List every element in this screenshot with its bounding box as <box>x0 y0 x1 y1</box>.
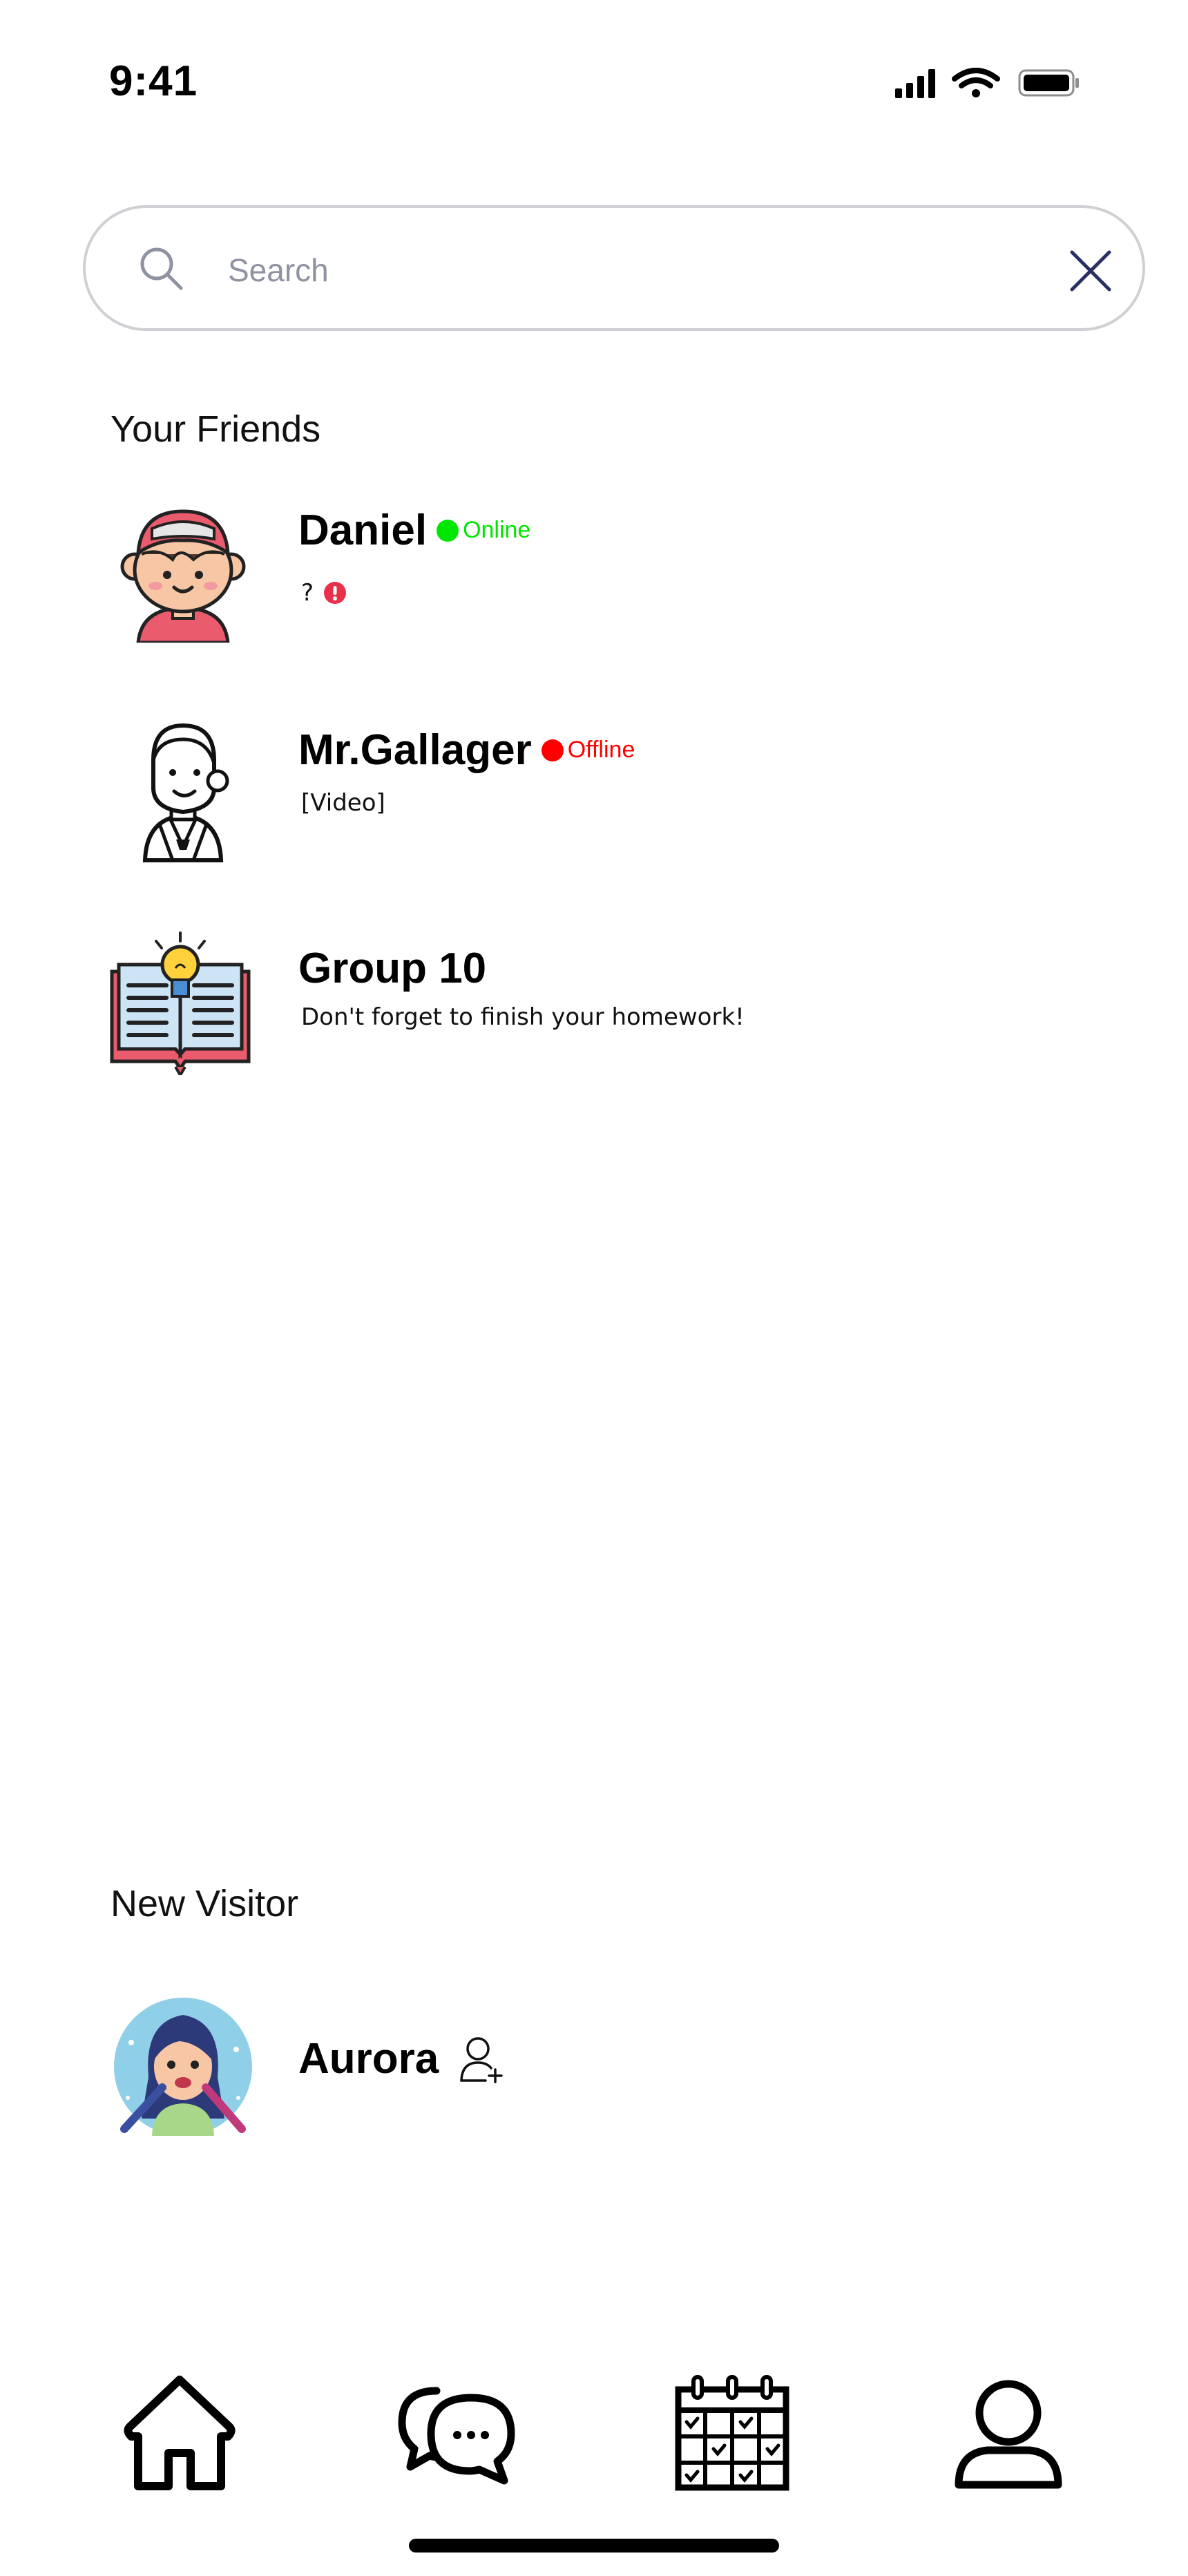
error-alert-icon <box>324 582 347 604</box>
girl-avatar-icon <box>114 1998 252 2136</box>
status-icons <box>895 68 1079 98</box>
your-friends-heading: Your Friends <box>111 408 321 450</box>
friend-name: Daniel <box>298 506 428 554</box>
signal-icon <box>895 69 935 98</box>
battery-icon <box>1018 69 1079 97</box>
man-suit-avatar-icon <box>142 723 229 862</box>
online-status-dot <box>437 519 459 542</box>
book-idea-avatar-icon <box>110 931 251 1075</box>
search-input[interactable] <box>227 238 989 302</box>
friend-item-mr-gallager[interactable]: Mr.Gallager Offline [Video] <box>104 712 1071 864</box>
wifi-icon <box>952 68 1000 97</box>
visitor-title-row: Aurora <box>298 2034 505 2083</box>
search-icon <box>140 247 183 290</box>
visitor-item-aurora[interactable]: Aurora <box>104 1994 1071 2146</box>
friend-preview: ? <box>301 579 314 607</box>
new-visitor-heading: New Visitor <box>111 1883 299 1924</box>
friend-name: Mr.Gallager <box>298 726 532 774</box>
profile-icon[interactable] <box>946 2370 1071 2494</box>
friend-item-daniel[interactable]: Daniel Online ? <box>104 498 1071 650</box>
friend-title-row: Daniel Online <box>298 506 530 555</box>
friend-item-group-10[interactable]: Group 10 Don't forget to finish your hom… <box>104 926 1071 1078</box>
offline-status-dot <box>541 739 564 761</box>
visitor-name: Aurora <box>298 2035 439 2083</box>
friend-status: Offline <box>567 737 635 763</box>
friend-name: Group 10 <box>298 945 487 992</box>
add-friend-icon[interactable] <box>459 2035 505 2083</box>
boy-cap-avatar-icon <box>120 509 246 643</box>
calendar-icon[interactable] <box>670 2370 794 2494</box>
status-time: 9:41 <box>109 57 198 105</box>
friend-title-row: Mr.Gallager Offline <box>298 726 635 775</box>
search-bar[interactable] <box>83 205 1145 331</box>
friend-preview-row: ? <box>301 579 347 607</box>
friend-status: Online <box>463 517 531 543</box>
chat-icon[interactable] <box>395 2370 519 2494</box>
home-icon[interactable] <box>117 2370 242 2494</box>
bottom-nav <box>0 2363 1188 2501</box>
friend-preview: [Video] <box>301 789 385 817</box>
home-indicator <box>409 2539 779 2553</box>
close-icon[interactable] <box>1068 248 1113 294</box>
friend-preview: Don't forget to finish your homework! <box>301 1003 745 1031</box>
